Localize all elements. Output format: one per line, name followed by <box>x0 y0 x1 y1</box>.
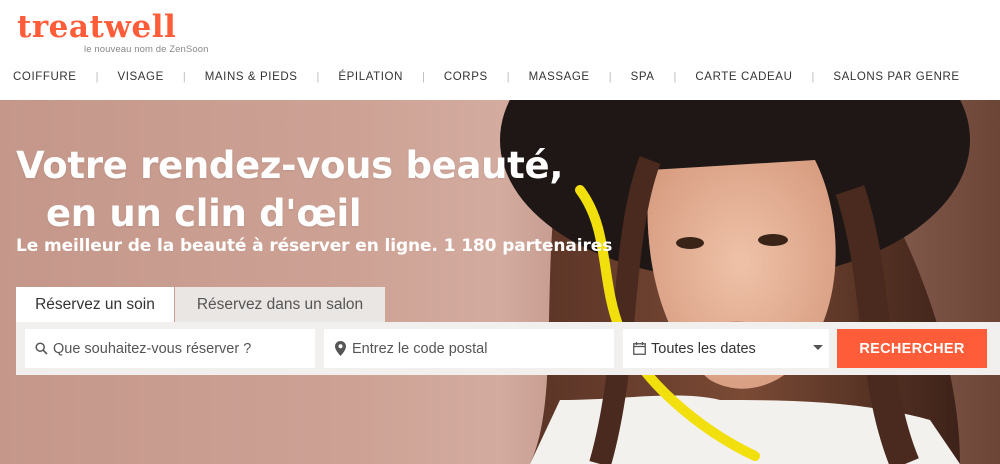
location-pin-icon <box>332 341 348 357</box>
nav-item-spa[interactable]: SPA <box>631 71 655 83</box>
search-button[interactable]: RECHERCHER <box>837 329 987 368</box>
treatment-search-input[interactable] <box>53 340 315 357</box>
treatment-search-field[interactable] <box>25 329 315 368</box>
nav-item-salons-par-genre[interactable]: SALONS PAR GENRE <box>833 71 959 83</box>
hero-headline-line2: en un clin d'œil <box>46 192 362 235</box>
nav-item-corps[interactable]: CORPS <box>444 71 488 83</box>
page: treatwell le nouveau nom de ZenSoon COIF… <box>0 0 1000 464</box>
hero-banner: Votre rendez-vous beauté, en un clin d'œ… <box>0 100 1000 464</box>
nav-separator: | <box>422 71 425 83</box>
tab-reservez-dans-un-salon[interactable]: Réservez dans un salon <box>175 287 385 322</box>
nav-item-massage[interactable]: MASSAGE <box>529 71 590 83</box>
search-icon <box>33 341 49 357</box>
hero-headline-line1: Votre rendez-vous beauté, <box>16 144 564 187</box>
nav-item-visage[interactable]: VISAGE <box>117 71 163 83</box>
nav-separator: | <box>608 71 612 83</box>
nav-separator: | <box>811 71 815 83</box>
logo-tagline: le nouveau nom de ZenSoon <box>84 44 209 55</box>
date-select[interactable]: Toutes les dates <box>623 329 829 368</box>
nav-separator: | <box>316 71 320 83</box>
left-eye <box>676 237 704 249</box>
postal-code-field[interactable] <box>324 329 614 368</box>
nav-item-mains-pieds[interactable]: MAINS & PIEDS <box>205 71 298 83</box>
nav-separator: | <box>95 71 99 83</box>
hero-subtitle: Le meilleur de la beauté à réserver en l… <box>16 236 613 256</box>
date-select-value: Toutes les dates <box>651 340 756 357</box>
site-header: treatwell le nouveau nom de ZenSoon COIF… <box>0 0 1000 100</box>
nav-item-coiffure[interactable]: COIFFURE <box>13 71 77 83</box>
tab-reservez-un-soin[interactable]: Réservez un soin <box>16 287 174 322</box>
treatwell-logo[interactable]: treatwell <box>17 9 176 45</box>
right-eye <box>758 234 788 246</box>
category-nav: COIFFURE | VISAGE | MAINS & PIEDS | ÉPIL… <box>0 64 960 90</box>
nav-separator: | <box>182 71 186 83</box>
chevron-down-icon <box>813 345 823 350</box>
calendar-icon <box>631 341 647 357</box>
nav-item-carte-cadeau[interactable]: CARTE CADEAU <box>695 71 792 83</box>
nav-separator: | <box>673 71 677 83</box>
search-bar: Toutes les dates RECHERCHER <box>16 322 1000 375</box>
nav-item-epilation[interactable]: ÉPILATION <box>338 71 403 83</box>
nav-separator: | <box>506 71 510 83</box>
postal-code-input[interactable] <box>352 340 614 357</box>
